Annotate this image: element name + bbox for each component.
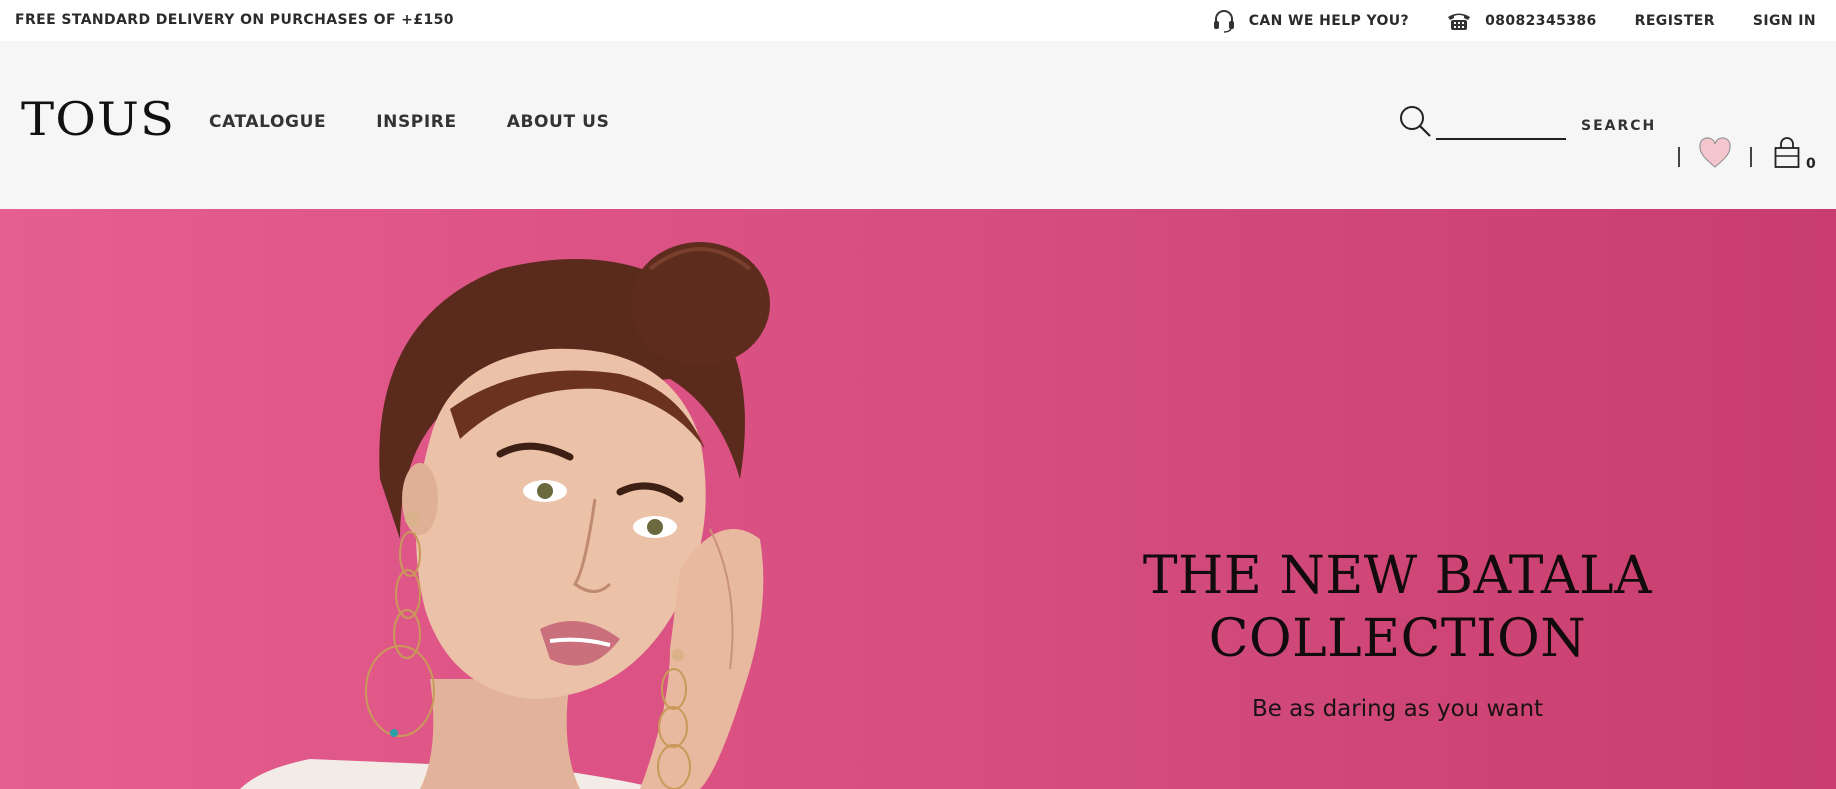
top-utility-bar: FREE STANDARD DELIVERY ON PURCHASES OF +… bbox=[0, 0, 1836, 41]
sign-in-link[interactable]: SIGN IN bbox=[1753, 13, 1816, 29]
register-link[interactable]: REGISTER bbox=[1635, 13, 1715, 29]
nav-inspire[interactable]: INSPIRE bbox=[376, 112, 456, 132]
phone-link[interactable]: 08082345386 bbox=[1447, 11, 1597, 31]
hero-title: THE NEW BATALA COLLECTION bbox=[1140, 545, 1655, 671]
register-label: REGISTER bbox=[1634, 12, 1715, 29]
divider bbox=[1750, 147, 1752, 167]
nav-about-us[interactable]: ABOUT US bbox=[507, 112, 610, 132]
search-button[interactable]: SEARCH bbox=[1581, 118, 1656, 134]
hero-title-line-1: THE NEW BATALA bbox=[1142, 546, 1653, 606]
help-label: CAN WE HELP YOU? bbox=[1248, 12, 1410, 29]
hero-subtitle: Be as daring as you want bbox=[1251, 696, 1544, 722]
cart-button[interactable]: 0 bbox=[1774, 137, 1816, 174]
main-header: TOUS CATALOGUE INSPIRE ABOUT US SEARCH 0 bbox=[0, 41, 1836, 209]
headset-icon bbox=[1213, 9, 1235, 33]
help-link[interactable]: CAN WE HELP YOU? bbox=[1213, 9, 1409, 33]
heart-icon[interactable] bbox=[1698, 137, 1732, 174]
search-bar: SEARCH bbox=[1398, 104, 1656, 143]
shopping-bag-icon bbox=[1774, 137, 1800, 174]
model-photo bbox=[240, 242, 770, 789]
nav-catalogue[interactable]: CATALOGUE bbox=[209, 112, 326, 132]
main-nav: CATALOGUE INSPIRE ABOUT US bbox=[209, 112, 659, 132]
search-input[interactable] bbox=[1436, 113, 1566, 140]
sign-in-label: SIGN IN bbox=[1752, 12, 1816, 29]
search-icon[interactable] bbox=[1398, 104, 1432, 143]
hero-banner[interactable]: THE NEW BATALA COLLECTION Be as daring a… bbox=[0, 209, 1836, 789]
phone-number: 08082345386 bbox=[1485, 12, 1597, 29]
divider bbox=[1678, 147, 1680, 167]
cart-count: 0 bbox=[1806, 156, 1816, 172]
tous-logo[interactable]: TOUS bbox=[21, 96, 175, 142]
phone-icon bbox=[1447, 11, 1471, 31]
hero-title-line-2: COLLECTION bbox=[1208, 609, 1587, 669]
delivery-promo: FREE STANDARD DELIVERY ON PURCHASES OF +… bbox=[15, 12, 454, 28]
utility-links: CAN WE HELP YOU? 08082345386 REGISTER SI… bbox=[1175, 0, 1816, 41]
